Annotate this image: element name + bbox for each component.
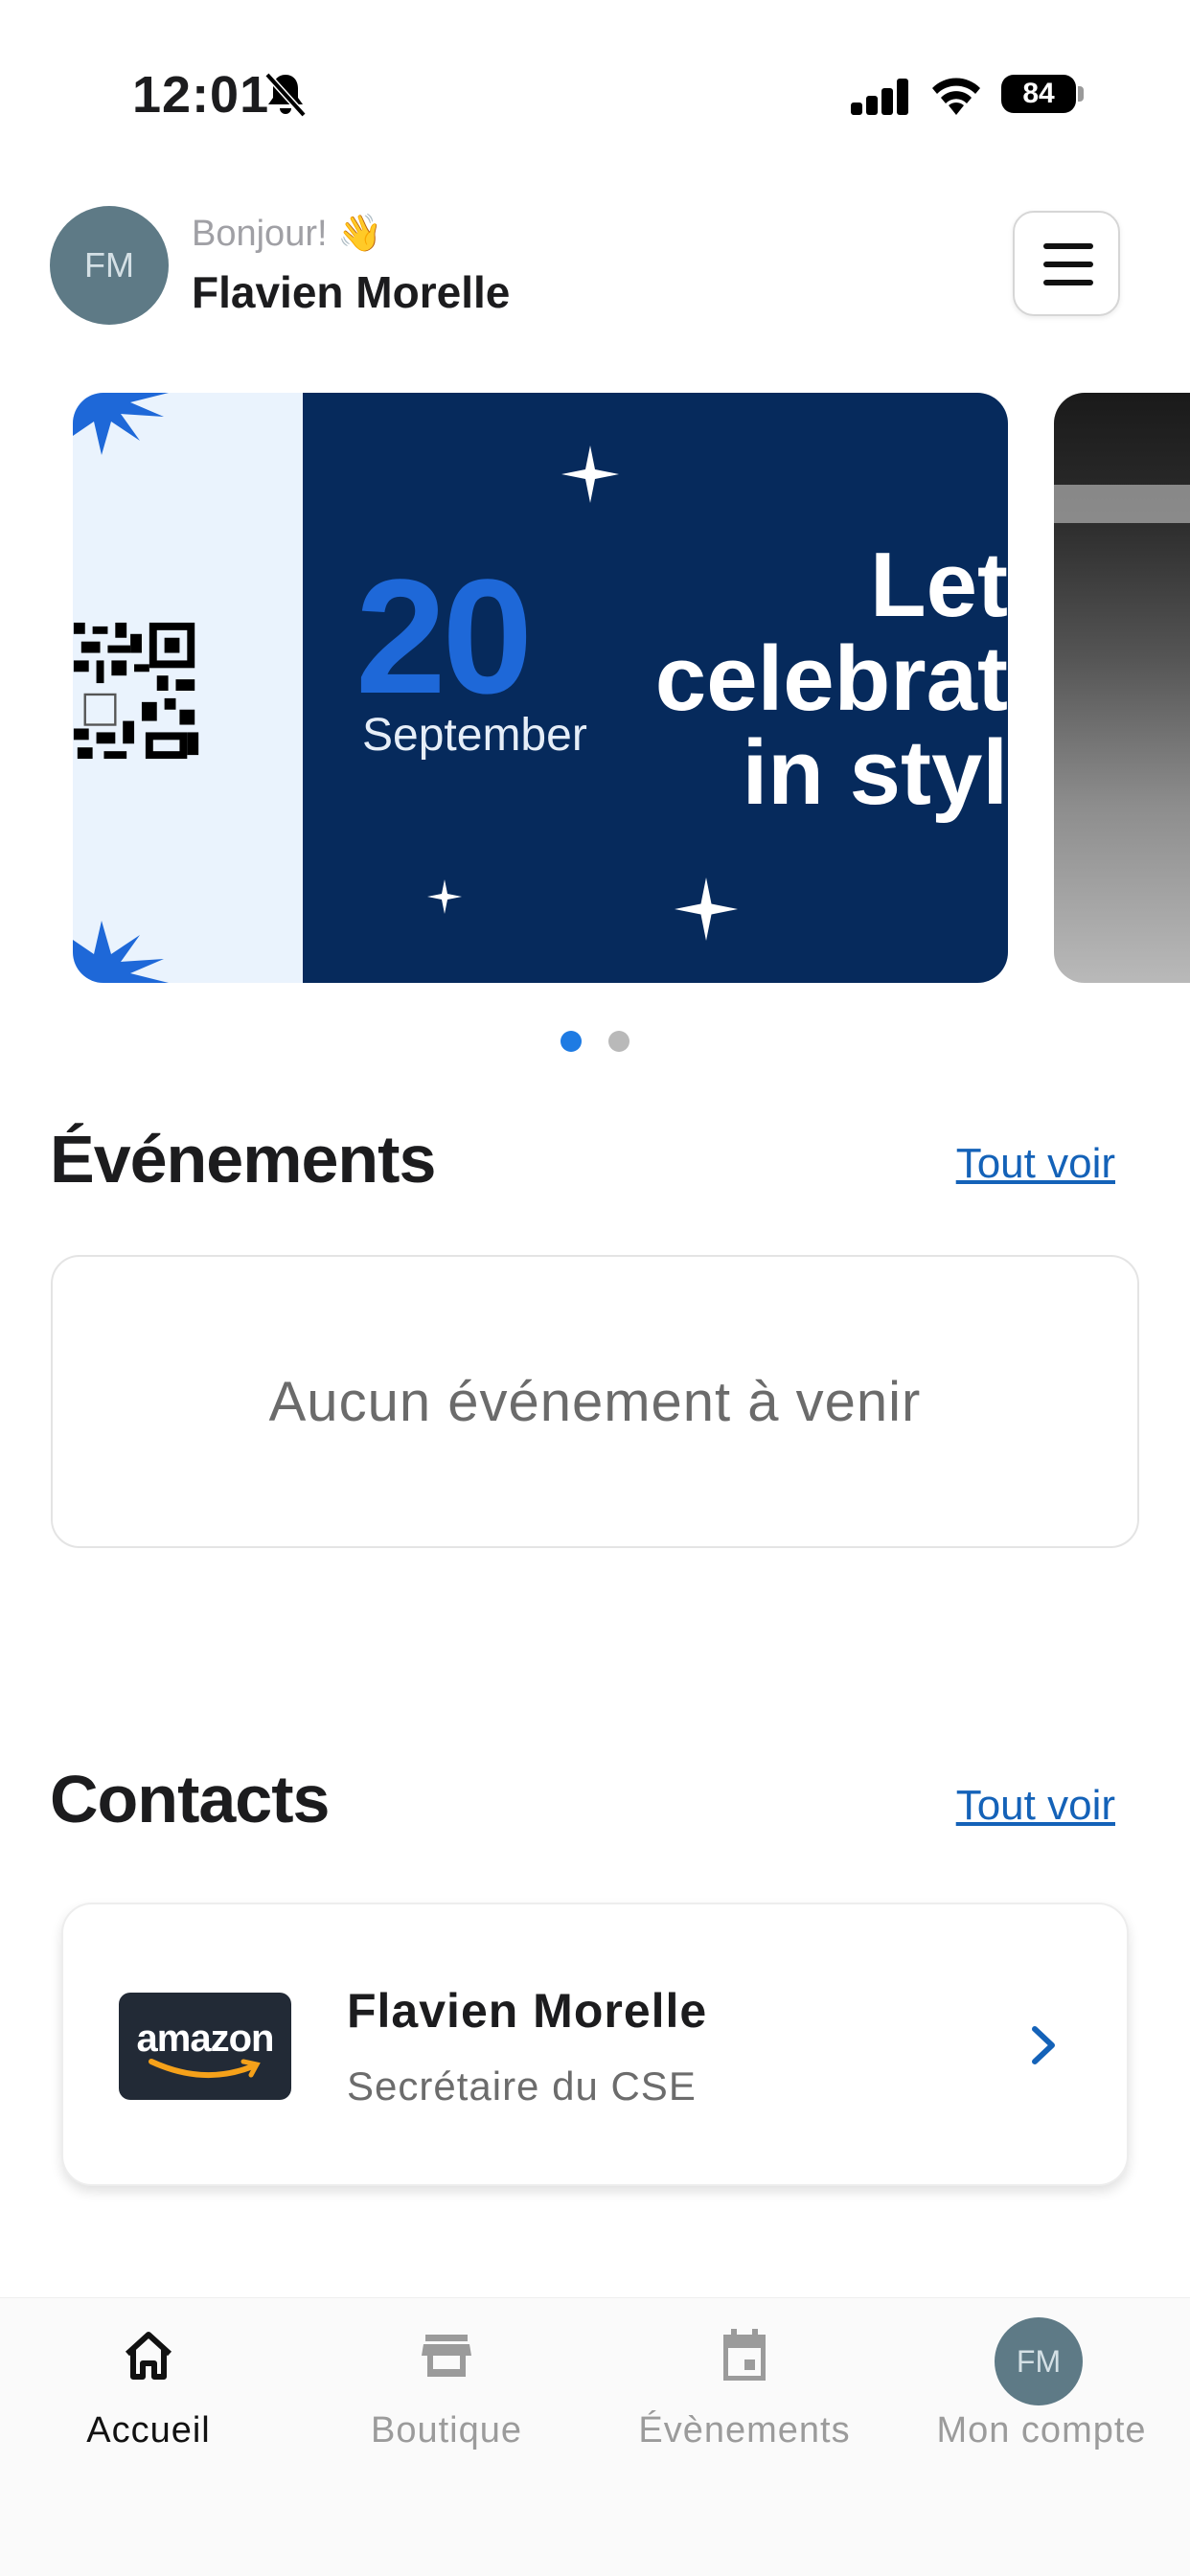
sunburst-decoration-icon xyxy=(73,393,169,455)
store-icon xyxy=(422,2335,471,2377)
home-icon xyxy=(125,2332,172,2380)
cellular-signal-icon xyxy=(851,77,908,115)
bottom-tab-bar: Accueil Boutique Évènements FM Mon compt… xyxy=(0,2297,1190,2576)
avatar[interactable]: FM xyxy=(50,206,169,325)
tab-boutique[interactable]: Boutique xyxy=(298,2298,595,2490)
sparkle-icon xyxy=(427,879,462,914)
status-bar: 12:01 84 xyxy=(0,0,1190,192)
sparkle-icon xyxy=(561,445,619,503)
contacts-section-title: Contacts xyxy=(50,1762,330,1836)
contact-name: Flavien Morelle xyxy=(347,1984,708,2038)
bell-slash-icon xyxy=(264,72,307,118)
company-logo: amazon xyxy=(119,1993,291,2100)
contact-card[interactable]: amazon Flavien Morelle Secrétaire du CSE xyxy=(61,1903,1129,2186)
banner-slide[interactable]: 20 September Let celebrat in styl xyxy=(73,393,1008,983)
sunburst-decoration-icon xyxy=(73,921,169,983)
banner-image-placeholder xyxy=(1054,485,1190,523)
tab-evenements[interactable]: Évènements xyxy=(596,2298,893,2490)
tab-label: Évènements xyxy=(638,2410,851,2451)
events-empty-state: Aucun événement à venir xyxy=(51,1255,1139,1548)
qr-code-image xyxy=(73,619,203,763)
wifi-icon xyxy=(932,78,980,115)
hamburger-icon xyxy=(1043,243,1093,249)
calendar-icon xyxy=(723,2329,766,2381)
contact-role: Secrétaire du CSE xyxy=(347,2063,697,2109)
banner-slide-next[interactable] xyxy=(1054,393,1190,983)
events-section-title: Événements xyxy=(50,1122,436,1197)
banner-left-panel xyxy=(73,393,303,983)
carousel-dot-active[interactable] xyxy=(560,1031,582,1052)
banner-tagline: Let celebrat in styl xyxy=(654,534,1008,824)
banner-carousel[interactable]: 20 September Let celebrat in styl xyxy=(0,393,1190,987)
company-logo-text: amazon xyxy=(136,2017,275,2060)
battery-tip xyxy=(1078,86,1084,102)
greeting-text: Bonjour! 👋 xyxy=(192,214,383,254)
events-see-all-link[interactable]: Tout voir xyxy=(956,1140,1115,1188)
status-time: 12:01 xyxy=(132,66,270,124)
battery-indicator: 84 xyxy=(1001,75,1076,113)
amazon-smile-icon xyxy=(149,2059,261,2079)
hamburger-icon-line xyxy=(1043,280,1093,285)
carousel-pagination xyxy=(0,1031,1190,1057)
hamburger-icon-line xyxy=(1043,262,1093,267)
tab-accueil[interactable]: Accueil xyxy=(0,2298,297,2490)
tab-mon-compte[interactable]: FM Mon compte xyxy=(893,2298,1190,2490)
user-name: Flavien Morelle xyxy=(192,267,511,317)
tab-label: Mon compte xyxy=(936,2410,1147,2451)
sparkle-icon xyxy=(675,878,738,941)
chevron-right-icon xyxy=(1032,2026,1055,2064)
carousel-dot[interactable] xyxy=(608,1031,630,1052)
tab-label: Boutique xyxy=(370,2410,522,2451)
menu-button[interactable] xyxy=(1013,211,1120,316)
contacts-see-all-link[interactable]: Tout voir xyxy=(956,1782,1115,1830)
tab-label: Accueil xyxy=(86,2410,211,2451)
avatar: FM xyxy=(995,2317,1083,2405)
